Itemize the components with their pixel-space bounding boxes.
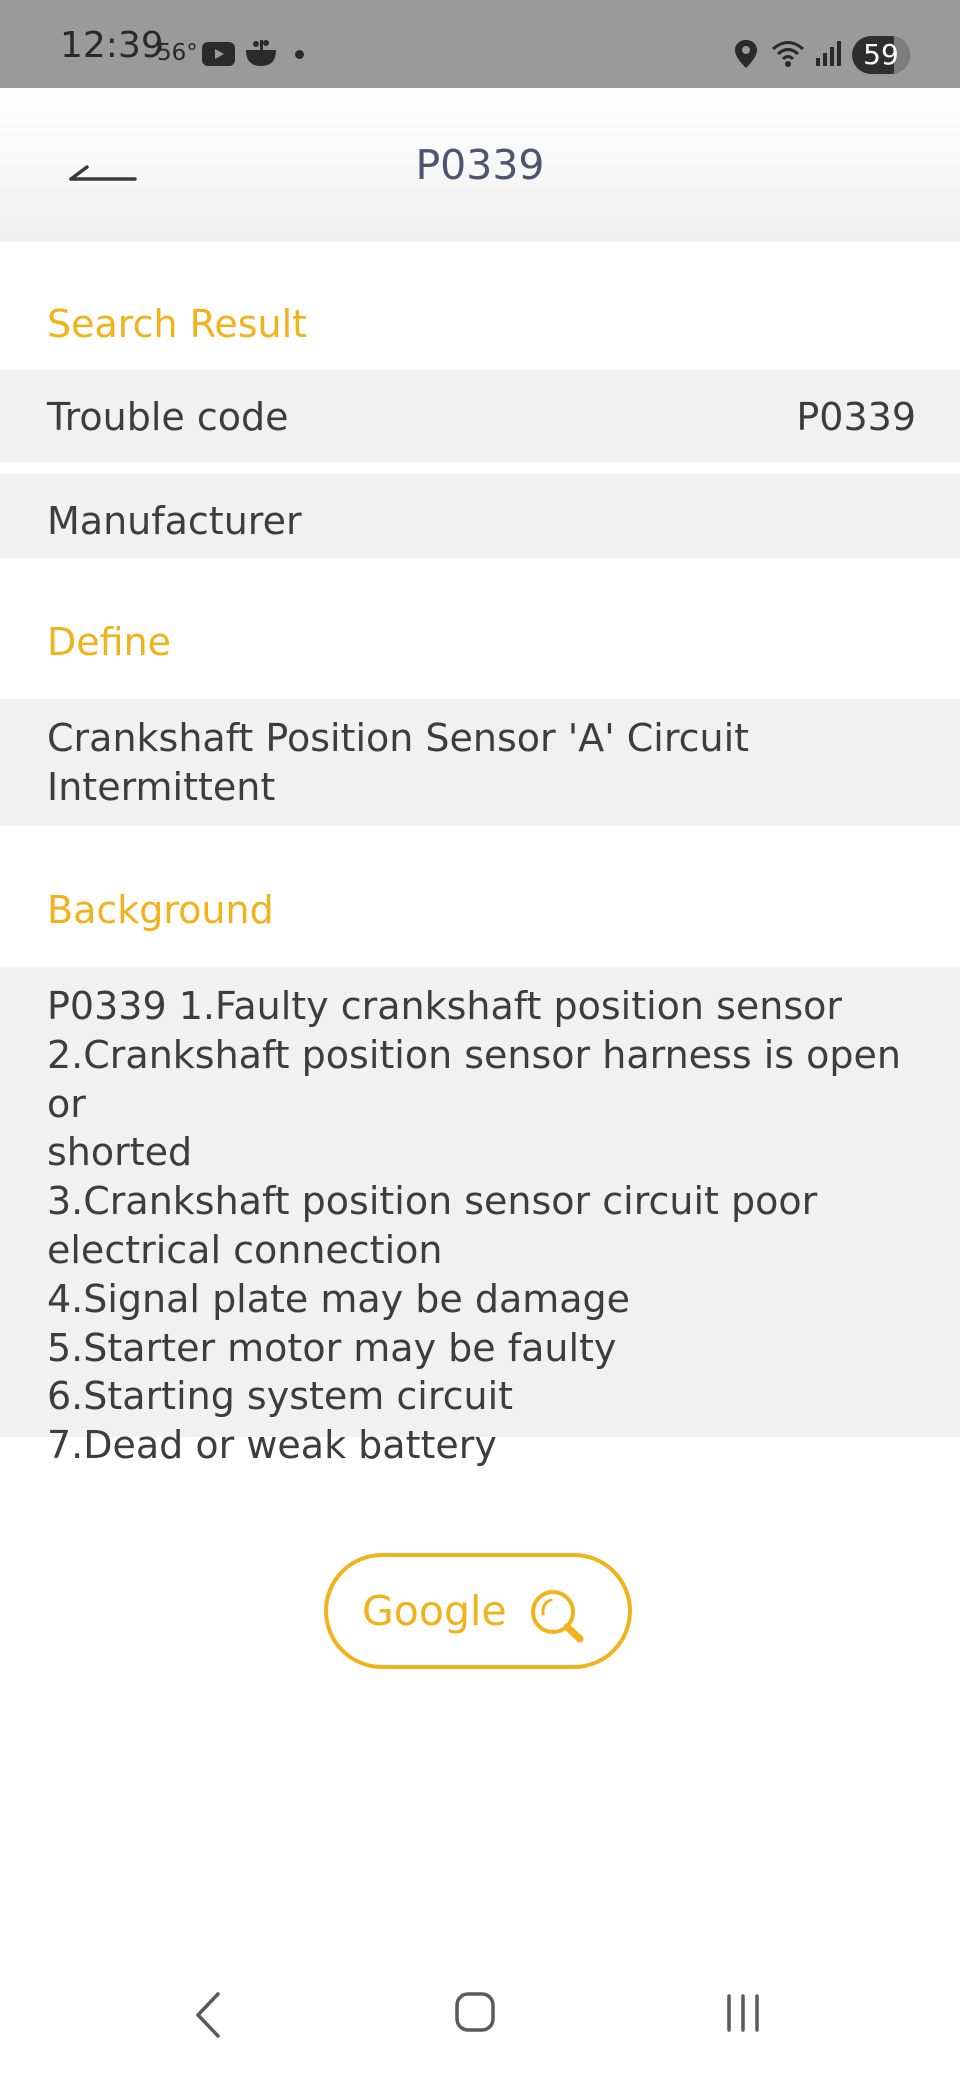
background-title: Background <box>47 888 274 932</box>
status-temperature: 56° <box>157 40 198 66</box>
google-search-button[interactable]: Google <box>324 1553 632 1669</box>
trouble-code-value: P0339 <box>796 395 916 439</box>
nav-back-icon[interactable] <box>186 1988 230 2042</box>
system-navigation-bar <box>0 1970 960 2081</box>
battery-level: 59 <box>863 38 899 71</box>
app-bar: P0339 <box>0 88 960 242</box>
location-icon <box>735 40 757 68</box>
signal-icon <box>816 41 841 66</box>
background-block: P0339 1.Faulty crankshaft position senso… <box>0 967 960 1467</box>
manufacturer-row: Manufacturer <box>0 474 960 558</box>
manufacturer-label: Manufacturer <box>47 499 302 543</box>
trouble-code-label: Trouble code <box>47 395 289 439</box>
status-time: 12:39 <box>60 25 164 66</box>
define-title: Define <box>47 620 172 664</box>
battery-icon: 59 <box>852 36 910 74</box>
nav-recent-apps-icon[interactable] <box>720 1990 766 2036</box>
google-button-label: Google <box>362 1587 507 1635</box>
notification-dot <box>295 50 304 59</box>
search-icon <box>531 1590 584 1643</box>
background-text: P0339 1.Faulty crankshaft position senso… <box>47 984 901 1468</box>
youtube-icon <box>202 42 235 66</box>
define-block: Crankshaft Position Sensor 'A' Circuit I… <box>0 699 960 826</box>
search-result-title: Search Result <box>47 302 308 346</box>
define-text: Crankshaft Position Sensor 'A' Circuit I… <box>47 716 750 809</box>
status-bar: 12:39 56° 59 <box>0 0 960 88</box>
trouble-code-row: Trouble code P0339 <box>0 370 960 462</box>
back-arrow-icon[interactable] <box>55 138 155 198</box>
wifi-icon <box>772 41 804 67</box>
nav-home-icon[interactable] <box>453 1990 497 2034</box>
app-notification-icon <box>246 40 276 66</box>
